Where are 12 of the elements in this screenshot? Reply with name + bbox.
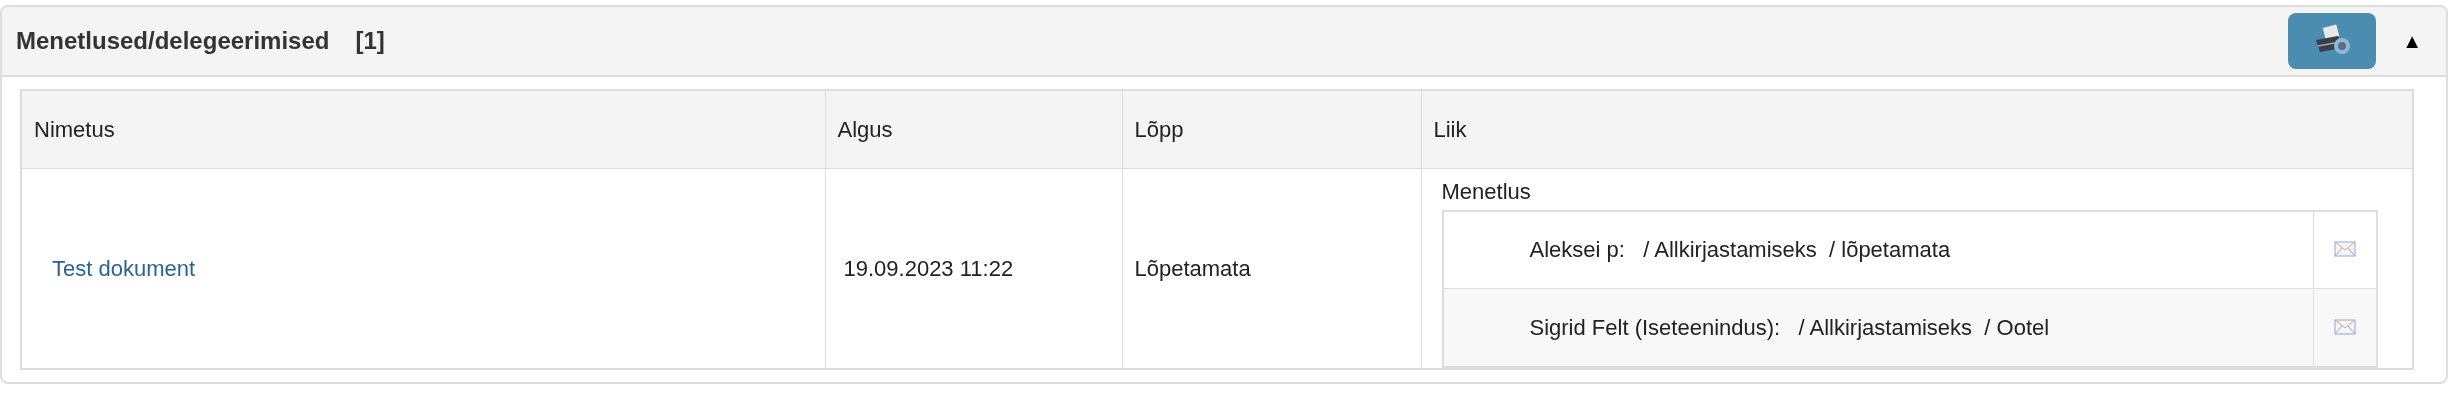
column-header: Algus [825,90,1122,168]
column-header: Nimetus [21,90,825,168]
type-label: Menetlus [1441,177,1532,206]
collapse-toggle[interactable]: ▲ [2402,26,2422,56]
column-header: Lõpp [1122,90,1421,168]
panel-title: Menetlused/delegeerimised [16,26,330,56]
count: [1] [355,26,385,56]
envelope-icon [2333,318,2356,335]
step-text: Aleksei p: / Allkirjastamiseks / lõpetamata [1442,210,2313,289]
envelope-icon [2333,241,2356,258]
print-button[interactable] [2288,13,2377,69]
document-link[interactable]: Test dokument [52,255,196,281]
